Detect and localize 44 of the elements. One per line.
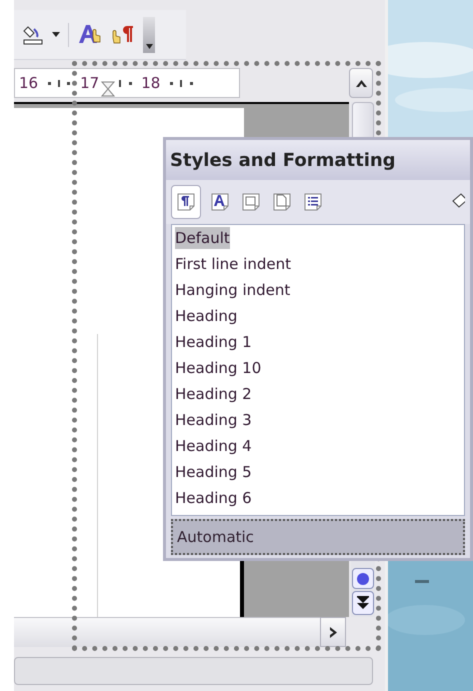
- style-item[interactable]: Heading 1: [175, 331, 252, 353]
- ruler-number: 18: [141, 72, 160, 94]
- page-style-icon: [272, 192, 292, 212]
- ruler-tick-icon: [67, 82, 70, 84]
- scroll-right-button[interactable]: [320, 617, 346, 647]
- frame-style-icon: [241, 192, 261, 212]
- ruler-tick-icon: [128, 82, 132, 84]
- filter-dropdown[interactable]: Automatic: [171, 519, 465, 555]
- window-title: Styles and Formatting: [166, 140, 470, 180]
- style-item[interactable]: First line indent: [175, 253, 291, 275]
- style-item[interactable]: Heading 3: [175, 409, 252, 431]
- style-item[interactable]: Hanging indent: [175, 279, 290, 301]
- double-down-icon: [357, 596, 369, 610]
- list-style-icon: [303, 192, 323, 212]
- caret-up-icon: [356, 80, 366, 86]
- fill-color-icon[interactable]: [22, 24, 44, 46]
- paragraph-style-icon: [176, 192, 196, 212]
- caret-icon[interactable]: [146, 44, 152, 48]
- ruler-tick-icon: [190, 82, 193, 84]
- style-item[interactable]: Heading: [175, 305, 238, 327]
- style-item[interactable]: Heading 10: [175, 357, 262, 379]
- style-item[interactable]: Heading 5: [175, 461, 252, 483]
- style-item[interactable]: Default: [175, 227, 230, 249]
- ruler-tick-icon: [58, 80, 60, 86]
- indent-marker-icon[interactable]: [101, 81, 115, 97]
- paragraph-styles-button[interactable]: [171, 185, 201, 219]
- scroll-up-button[interactable]: [349, 68, 373, 98]
- navigation-button[interactable]: [352, 568, 374, 589]
- paragraph-style-icon[interactable]: [111, 24, 135, 46]
- ball-icon: [357, 572, 369, 584]
- style-item[interactable]: Heading 2: [175, 383, 252, 405]
- ruler-tick-icon: [119, 80, 122, 86]
- style-item[interactable]: Heading 4: [175, 435, 252, 457]
- ruler-tick-icon: [180, 80, 182, 86]
- ruler-number: 17: [80, 72, 100, 94]
- caret-right-icon: [330, 626, 336, 638]
- caret-icon[interactable]: [52, 32, 60, 38]
- character-style-icon: [210, 192, 230, 212]
- next-page-button[interactable]: [352, 591, 374, 615]
- style-item[interactable]: Heading 6: [175, 487, 252, 509]
- horizontal-scrollbar[interactable]: [14, 617, 320, 647]
- ruler-tick-icon: [48, 82, 51, 84]
- ruler-tick-icon: [170, 82, 173, 84]
- ruler-number: 16: [19, 72, 38, 94]
